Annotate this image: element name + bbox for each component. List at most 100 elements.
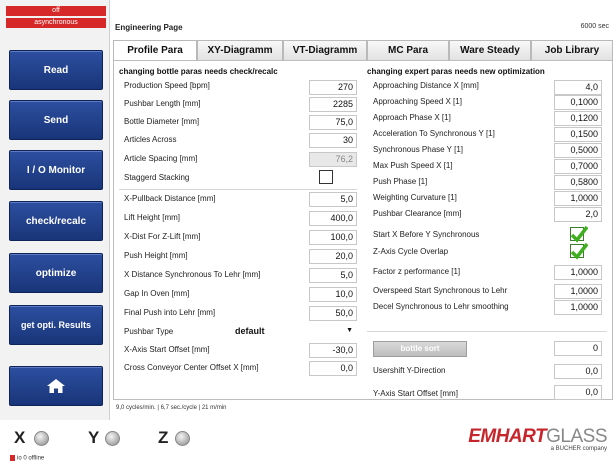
- x-axis-start-offset-field[interactable]: -30,0: [309, 343, 357, 358]
- decel-sync-lehr-field[interactable]: 1,0000: [554, 300, 602, 315]
- tab-mc-para[interactable]: MC Para: [367, 40, 449, 60]
- y-axis-start-offset-field[interactable]: 0,0: [554, 385, 602, 400]
- acceleration-sync-y-label: Acceleration To Synchronous Y [1]: [373, 128, 495, 138]
- approaching-distance-x-field[interactable]: 4,0: [554, 80, 602, 95]
- lift-height-label: Lift Height [mm]: [124, 212, 181, 222]
- start-x-before-y-label: Start X Before Y Synchronous: [373, 229, 480, 239]
- article-spacing-field: 76,2: [309, 152, 357, 167]
- overspeed-start-sync-field[interactable]: 1,0000: [554, 284, 602, 299]
- y-axis-start-offset-label: Y-Axis Start Offset [mm]: [373, 388, 458, 398]
- tab-bar: Profile Para XY-Diagramm VT-Diagramm MC …: [113, 40, 613, 60]
- chevron-down-icon: ▼: [346, 327, 353, 334]
- status-dot-icon: [10, 455, 15, 461]
- z-axis-cycle-overlap-label: Z-Axis Cycle Overlap: [373, 246, 449, 256]
- overspeed-start-sync-label: Overspeed Start Synchronous to Lehr: [373, 285, 508, 295]
- weighting-curvature-field[interactable]: 1,0000: [554, 191, 602, 206]
- divider: [119, 189, 357, 190]
- io-status: io 0 offline: [10, 455, 44, 462]
- tab-vt-diagramm[interactable]: VT-Diagramm: [283, 40, 367, 60]
- x-pullback-label: X-Pullback Distance [mm]: [124, 193, 216, 203]
- cross-conveyor-offset-field[interactable]: 0,0: [309, 361, 357, 376]
- io-monitor-button[interactable]: I / O Monitor: [9, 150, 103, 190]
- logo-brand-a: EMHART: [468, 426, 547, 447]
- max-push-speed-x-field[interactable]: 0,7000: [554, 159, 602, 174]
- pushbar-clearance-field[interactable]: 2,0: [554, 207, 602, 222]
- axis-x-label: X: [14, 428, 26, 447]
- io-status-text: io 0 offline: [17, 455, 45, 462]
- bottle-diameter-label: Bottle Diameter [mm]: [124, 116, 200, 126]
- pushbar-type-value: default: [235, 326, 265, 336]
- cycle-status-line: 9,0 cycles/min. | 6,7 sec./cycle | 21 m/…: [116, 405, 227, 411]
- pushbar-type-select[interactable]: default ▼: [231, 324, 357, 338]
- home-button[interactable]: [9, 366, 103, 406]
- max-push-speed-x-label: Max Push Speed X [1]: [373, 160, 453, 170]
- final-push-label: Final Push into Lehr [mm]: [124, 307, 216, 317]
- header-right-text: 6000 sec: [580, 23, 609, 30]
- pushbar-type-label: Pushbar Type: [124, 326, 174, 336]
- tab-profile-para[interactable]: Profile Para: [113, 40, 197, 60]
- pushbar-length-field[interactable]: 2285: [309, 97, 357, 112]
- production-speed-field[interactable]: 270: [309, 80, 357, 95]
- axis-x-indicator-icon: [34, 431, 49, 446]
- axis-y-label: Y: [88, 428, 100, 447]
- bottle-diameter-field[interactable]: 75,0: [309, 115, 357, 130]
- synchronous-phase-y-label: Synchronous Phase Y [1]: [373, 144, 463, 154]
- push-phase-field[interactable]: 0,5800: [554, 175, 602, 190]
- x-axis-start-offset-label: X-Axis Start Offset [mm]: [124, 344, 210, 354]
- approaching-speed-x-field[interactable]: 0,1000: [554, 95, 602, 110]
- articles-across-field[interactable]: 30: [309, 133, 357, 148]
- final-push-field[interactable]: 50,0: [309, 306, 357, 321]
- axis-indicators: X Y Z: [0, 428, 260, 450]
- page-title: Engineering Page: [115, 23, 183, 32]
- gap-in-oven-label: Gap In Oven [mm]: [124, 288, 190, 298]
- read-button[interactable]: Read: [9, 50, 103, 90]
- check-recalc-button[interactable]: check/recalc: [9, 201, 103, 241]
- approach-phase-x-field[interactable]: 0,1200: [554, 111, 602, 126]
- gap-in-oven-field[interactable]: 10,0: [309, 287, 357, 302]
- staggered-stacking-label: Staggerd Stacking: [124, 172, 190, 182]
- profile-para-panel: changing bottle paras needs check/recalc…: [113, 60, 613, 400]
- production-speed-label: Production Speed [bpm]: [124, 80, 210, 90]
- cross-conveyor-offset-label: Cross Conveyor Center Offset X [mm]: [124, 362, 259, 372]
- usershift-y-label: Usershift Y-Direction: [373, 365, 446, 375]
- checkmark-icon: [570, 225, 588, 243]
- bottle-sort-button[interactable]: bottle sort: [373, 341, 467, 357]
- articles-across-label: Articles Across: [124, 134, 177, 144]
- axis-y-indicator-icon: [105, 431, 120, 446]
- get-opti-results-button[interactable]: get opti. Results: [9, 305, 103, 345]
- home-icon: [47, 379, 65, 393]
- tab-ware-steady[interactable]: Ware Steady: [449, 40, 531, 60]
- factor-z-performance-label: Factor z performance [1]: [373, 266, 461, 276]
- x-distance-sync-lehr-label: X Distance Synchronous To Lehr [mm]: [124, 269, 261, 279]
- tab-xy-diagramm[interactable]: XY-Diagramm: [197, 40, 283, 60]
- pushbar-clearance-label: Pushbar Clearance [mm]: [373, 208, 462, 218]
- optimize-button[interactable]: optimize: [9, 253, 103, 293]
- acceleration-sync-y-field[interactable]: 0,1500: [554, 127, 602, 142]
- synchronous-phase-y-field[interactable]: 0,5000: [554, 143, 602, 158]
- decel-sync-lehr-label: Decel Synchronous to Lehr smoothing: [373, 301, 509, 311]
- z-axis-cycle-overlap-checkbox[interactable]: [570, 242, 588, 260]
- usershift-y-field[interactable]: 0,0: [554, 364, 602, 379]
- emhart-glass-logo: EMHARTGLASS a BUCHER company: [468, 426, 607, 452]
- push-height-label: Push Height [mm]: [124, 250, 188, 260]
- lift-height-field[interactable]: 400,0: [309, 211, 357, 226]
- tab-job-library[interactable]: Job Library: [531, 40, 613, 60]
- x-pullback-field[interactable]: 5,0: [309, 192, 357, 207]
- status-off-badge: off: [6, 6, 106, 16]
- x-dist-z-lift-field[interactable]: 100,0: [309, 230, 357, 245]
- factor-z-performance-field[interactable]: 1,0000: [554, 265, 602, 280]
- sidebar: off asynchronous Read Send I / O Monitor…: [0, 0, 110, 420]
- approaching-distance-x-label: Approaching Distance X [mm]: [373, 80, 479, 90]
- x-distance-sync-lehr-field[interactable]: 5,0: [309, 268, 357, 283]
- checkmark-icon: [570, 242, 588, 260]
- x-dist-z-lift-label: X-Dist For Z-Lift [mm]: [124, 231, 201, 241]
- push-height-field[interactable]: 20,0: [309, 249, 357, 264]
- send-button[interactable]: Send: [9, 100, 103, 140]
- article-spacing-label: Article Spacing [mm]: [124, 153, 198, 163]
- staggered-stacking-checkbox[interactable]: [319, 170, 333, 184]
- approaching-speed-x-label: Approaching Speed X [1]: [373, 96, 462, 106]
- divider: [367, 331, 607, 332]
- weighting-curvature-label: Weighting Curvature [1]: [373, 192, 457, 202]
- bottle-sort-field[interactable]: 0: [554, 341, 602, 356]
- start-x-before-y-checkbox[interactable]: [570, 225, 588, 243]
